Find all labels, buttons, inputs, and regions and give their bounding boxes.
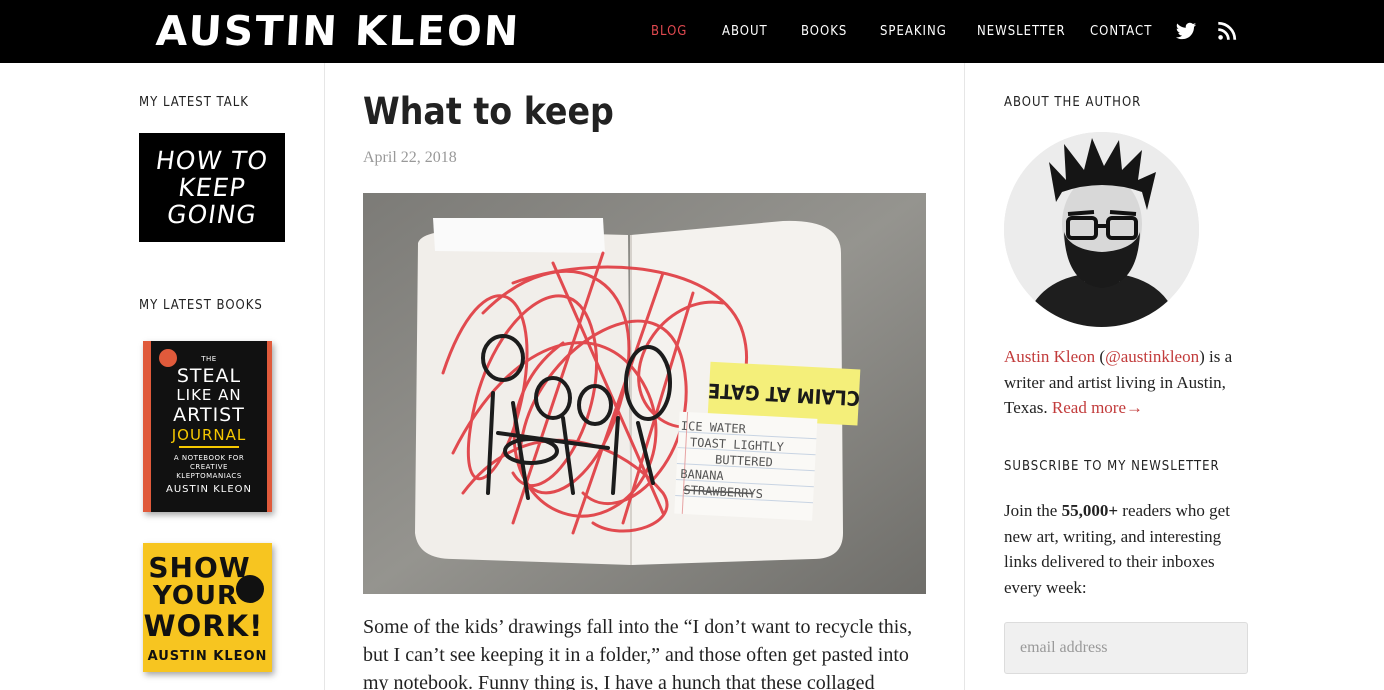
site-logo[interactable]: AUSTIN KLEON	[155, 7, 522, 55]
newsletter-description: Join the 55,000+ readers who get new art…	[1004, 498, 1254, 600]
book-subtitle: A NOTEBOOK FOR CREATIVE KLEPTOMANIACS	[173, 454, 245, 480]
book-title-line: JOURNAL	[171, 426, 247, 444]
author-name-link[interactable]: Austin Kleon	[1004, 347, 1095, 366]
book-author: AUSTIN KLEON	[147, 649, 268, 664]
left-divider	[324, 63, 325, 690]
latest-talk-card[interactable]: HOW TO KEEP GOING	[139, 133, 285, 242]
handwritten-note: ICE WATER TOAST LIGHTLY BUTTERED BANANA …	[674, 411, 818, 521]
book-title-line: SHOW	[148, 551, 251, 584]
talk-line: KEEP	[176, 173, 248, 202]
book-steal-like-an-artist-journal[interactable]: THE STEAL LIKE AN ARTIST JOURNAL A NOTEB…	[143, 341, 272, 512]
nav-speaking[interactable]: SPEAKING	[880, 24, 947, 39]
site-header: AUSTIN KLEON BLOG ABOUT BOOKS SPEAKING N…	[0, 0, 1384, 63]
nav-blog[interactable]: BLOG	[651, 24, 687, 39]
book-title-line: STEAL	[176, 365, 242, 387]
read-more-link[interactable]: Read more→	[1052, 398, 1143, 417]
talk-line: HOW TO	[153, 146, 271, 175]
right-divider	[964, 63, 965, 690]
bio-text: (	[1095, 347, 1106, 366]
post-title[interactable]: What to keep	[363, 90, 614, 133]
nav-books[interactable]: BOOKS	[801, 24, 847, 39]
book-rule	[179, 446, 239, 448]
author-bio: Austin Kleon (@austinkleon) is a writer …	[1004, 344, 1254, 421]
author-avatar	[1004, 132, 1199, 327]
about-author-heading: ABOUT THE AUTHOR	[1004, 95, 1142, 110]
book-author: AUSTIN KLEON	[165, 484, 253, 495]
talk-line: GOING	[165, 200, 259, 229]
book-title-line: THE	[201, 355, 217, 363]
post-body: Some of the kids’ drawings fall into the…	[363, 616, 913, 690]
book-title-line: LIKE AN	[176, 386, 242, 404]
twitter-icon[interactable]	[1175, 20, 1197, 42]
book-show-your-work[interactable]: SHOW YOUR WORK! AUSTIN KLEON	[143, 543, 272, 672]
newsletter-heading: SUBSCRIBE TO MY NEWSLETTER	[1004, 459, 1220, 474]
subscriber-count: 55,000+	[1061, 501, 1119, 520]
latest-talk-heading: MY LATEST TALK	[139, 95, 249, 110]
book-title-line: YOUR	[152, 581, 239, 611]
author-handle-link[interactable]: @austinkleon	[1105, 347, 1199, 366]
notebook-photo: CLAIM AT GATE ICE WATER TOAST LIGHTLY BU…	[363, 193, 926, 594]
nav-contact[interactable]: CONTACT	[1090, 24, 1152, 39]
post-date: April 22, 2018	[363, 149, 457, 166]
newsletter-text: Join the	[1004, 501, 1062, 520]
latest-books-heading: MY LATEST BOOKS	[139, 298, 263, 313]
email-field[interactable]	[1004, 622, 1248, 674]
post-image: CLAIM AT GATE ICE WATER TOAST LIGHTLY BU…	[363, 193, 926, 594]
book-title-line: WORK!	[143, 609, 264, 643]
rss-icon[interactable]	[1216, 20, 1238, 42]
note-line: BANANA	[680, 467, 725, 483]
book-title-line: ARTIST	[173, 404, 245, 426]
nav-about[interactable]: ABOUT	[722, 24, 768, 39]
author-portrait	[1004, 132, 1199, 327]
nav-newsletter[interactable]: NEWSLETTER	[977, 24, 1066, 39]
